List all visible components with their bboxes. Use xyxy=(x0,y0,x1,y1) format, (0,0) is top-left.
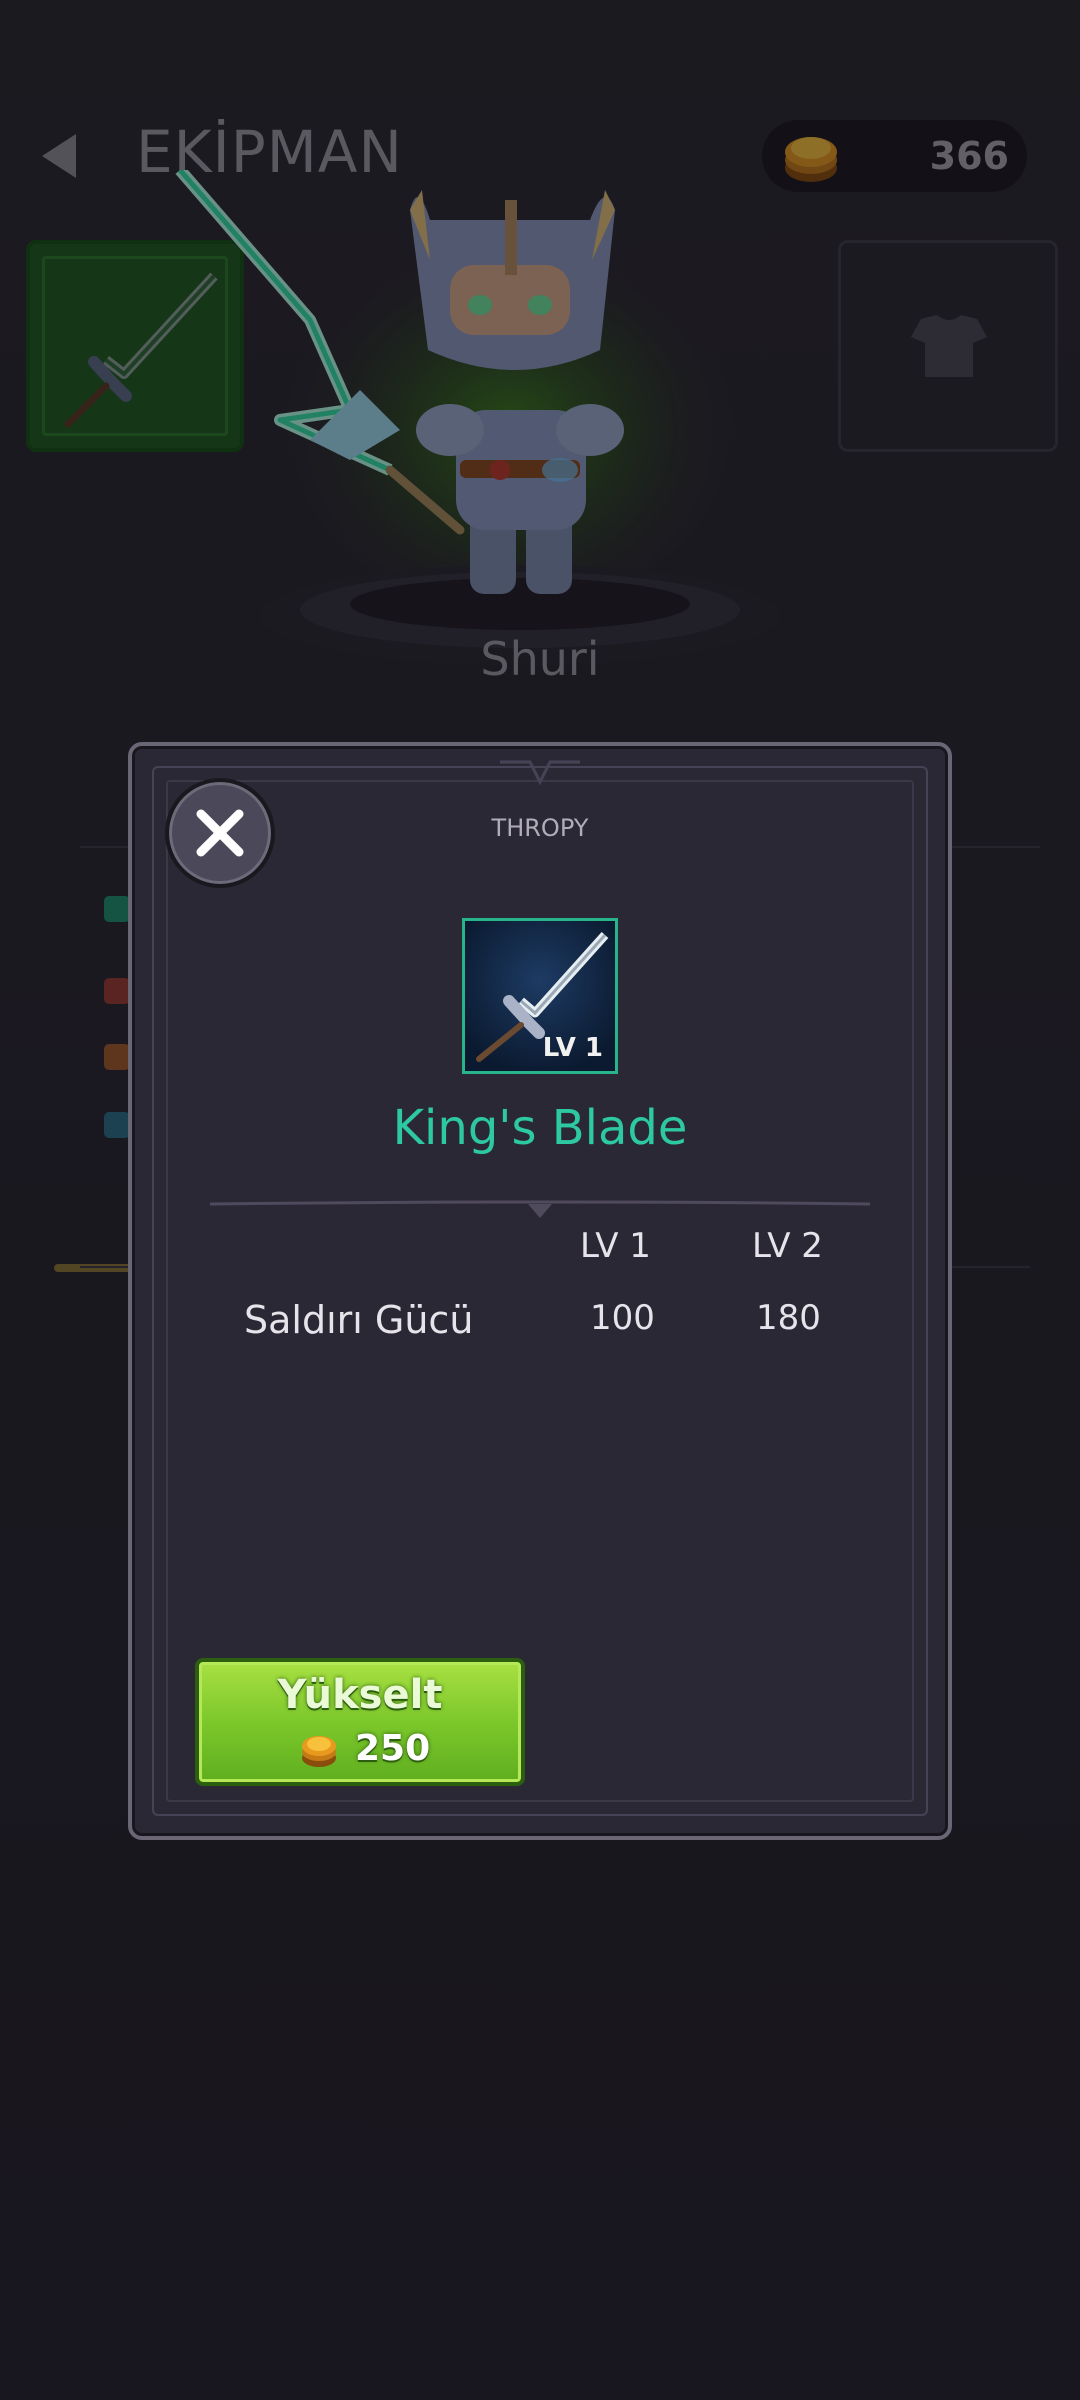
upgrade-button[interactable]: Yükselt 250 xyxy=(195,1658,525,1786)
gold-coin-icon xyxy=(302,1736,336,1767)
stat-column-header: LV 2 xyxy=(752,1226,823,1266)
modal-top-ornament xyxy=(500,760,580,786)
stat-column-header: LV 1 xyxy=(580,1226,651,1266)
status-bar xyxy=(0,0,1080,96)
item-name: King's Blade xyxy=(392,1100,688,1156)
item-category: THROPY xyxy=(491,814,589,842)
item-icon: LV 1 xyxy=(462,918,618,1074)
stat-label: Saldırı Gücü xyxy=(244,1298,474,1342)
stat-value-current: 100 xyxy=(590,1298,655,1338)
upgrade-cost: 250 xyxy=(355,1728,431,1769)
section-divider xyxy=(210,1200,870,1218)
stat-value-next: 180 xyxy=(756,1298,821,1338)
upgrade-label: Yükselt xyxy=(277,1672,443,1718)
item-level-badge: LV 1 xyxy=(542,1033,603,1063)
